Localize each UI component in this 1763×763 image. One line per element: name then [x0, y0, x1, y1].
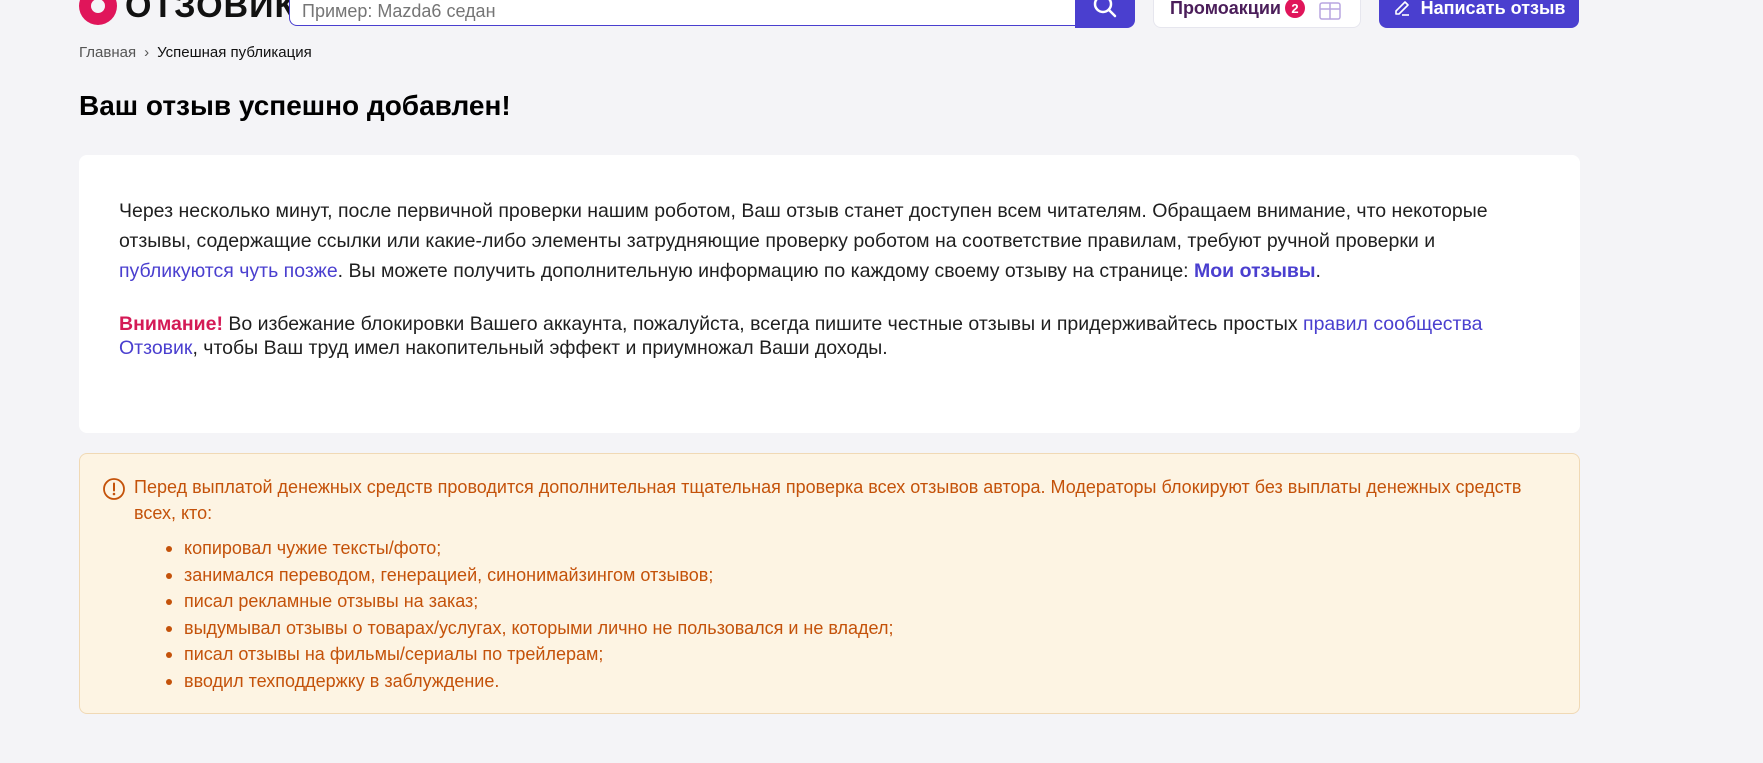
- warning-list: копировал чужие тексты/фото; занимался п…: [134, 535, 1555, 694]
- breadcrumb-current: Успешная публикация: [157, 44, 312, 61]
- breadcrumb: Главная › Успешная публикация: [79, 44, 312, 61]
- write-review-label: Написать отзыв: [1420, 0, 1566, 18]
- warning-list-item: писал рекламные отзывы на заказ;: [166, 588, 1555, 615]
- logo-text: ОТЗОВИК: [125, 0, 297, 25]
- warning-intro: Перед выплатой денежных средств проводит…: [134, 477, 1522, 523]
- site-logo[interactable]: ОТЗОВИК: [79, 0, 296, 26]
- promo-button[interactable]: Промоакции 2: [1153, 0, 1361, 28]
- warning-list-item: копировал чужие тексты/фото;: [166, 535, 1555, 562]
- warning-list-item: писал отзывы на фильмы/сериалы по трейле…: [166, 641, 1555, 668]
- breadcrumb-home-link[interactable]: Главная: [79, 44, 136, 61]
- attention-text: Во избежание блокировки Вашего аккаунта,…: [222, 313, 1304, 335]
- warning-list-item: вводил техподдержку в заблуждение.: [166, 668, 1555, 695]
- info-text: Через несколько минут, после первичной п…: [119, 200, 1488, 252]
- published-later-link[interactable]: публикуются чуть позже: [119, 260, 338, 282]
- info-text: . Вы можете получить дополнительную инфо…: [337, 260, 1195, 282]
- search-bar: [289, 0, 1135, 28]
- attention-text: , чтобы Ваш труд имел накопительный эффе…: [192, 337, 888, 359]
- info-paragraph: Через несколько минут, после первичной п…: [119, 196, 1540, 286]
- exclamation-circle-icon: [103, 478, 125, 500]
- success-info-card: Через несколько минут, после первичной п…: [79, 155, 1580, 433]
- page-title: Ваш отзыв успешно добавлен!: [79, 90, 511, 121]
- breadcrumb-separator: ›: [144, 44, 150, 61]
- promo-count-badge: 2: [1284, 0, 1305, 18]
- attention-paragraph: Внимание! Во избежание блокировки Вашего…: [119, 312, 1540, 360]
- write-review-button[interactable]: Написать отзыв: [1379, 0, 1579, 28]
- site-header: ОТЗОВИК Промоакции 2 Написать отзыв: [0, 0, 1763, 32]
- gift-icon: [1319, 2, 1341, 20]
- search-button[interactable]: [1075, 0, 1135, 28]
- payout-warning-box: Перед выплатой денежных средств проводит…: [79, 453, 1580, 714]
- pencil-icon: [1394, 1, 1409, 16]
- warning-list-item: выдумывал отзывы о товарах/услугах, кото…: [166, 615, 1555, 642]
- logo-mark-icon: [79, 0, 117, 25]
- my-reviews-link[interactable]: Мои отзывы: [1194, 260, 1316, 282]
- search-icon: [1093, 0, 1117, 18]
- promo-label: Промоакции: [1170, 0, 1281, 18]
- warning-list-item: занимался переводом, генерацией, синоним…: [166, 562, 1555, 589]
- attention-label: Внимание!: [119, 313, 223, 335]
- search-input[interactable]: [289, 0, 1075, 26]
- info-text: .: [1315, 260, 1321, 282]
